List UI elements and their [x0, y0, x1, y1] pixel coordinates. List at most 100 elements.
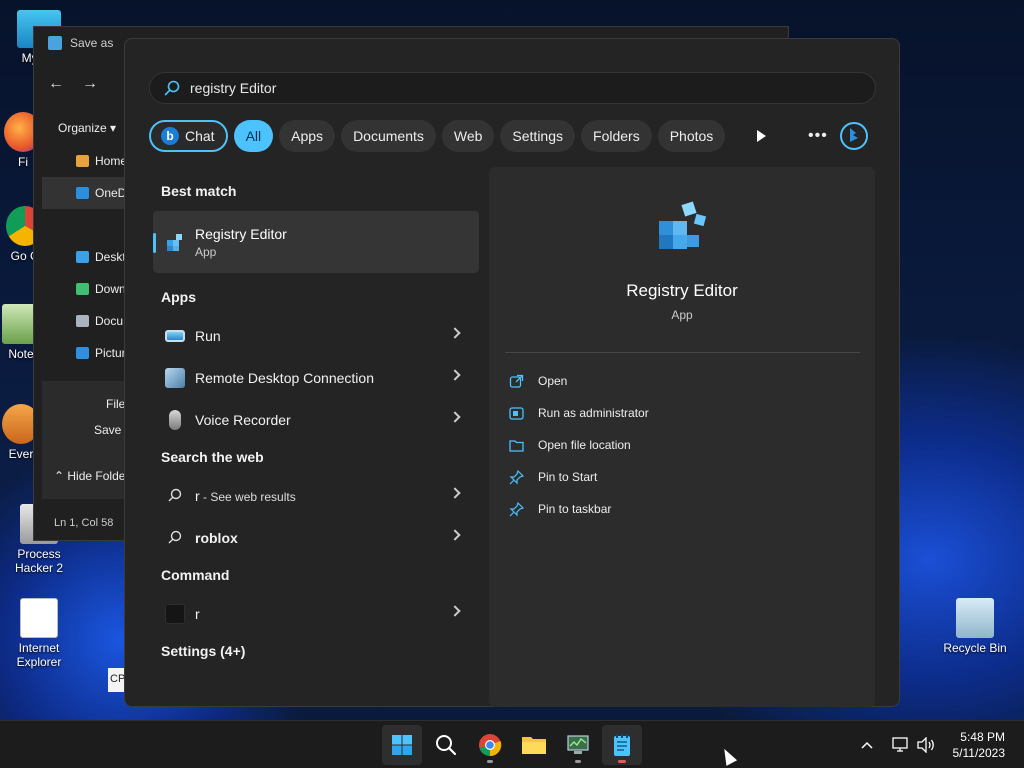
filter-label: Documents [353, 128, 424, 144]
search-box[interactable] [149, 72, 876, 104]
notepad-icon [614, 734, 630, 756]
chevron-right-icon[interactable] [449, 327, 461, 339]
back-arrow-icon[interactable]: ← [48, 75, 64, 93]
hide-folders-label: Hide Folde [67, 469, 126, 483]
show-hidden-icons-button[interactable] [860, 721, 874, 768]
filter-label: Folders [593, 128, 640, 144]
voice-recorder-icon [169, 410, 181, 430]
network-status-button[interactable] [892, 721, 910, 768]
app-result-run[interactable]: Run [153, 315, 479, 357]
action-pin-to-taskbar[interactable]: Pin to taskbar [509, 493, 649, 525]
home-icon [76, 155, 89, 167]
result-detail-pane: Registry Editor App Open Run as administ… [489, 167, 875, 707]
more-options-icon[interactable]: ••• [808, 120, 828, 152]
detail-divider [505, 352, 860, 353]
registry-editor-icon [167, 234, 182, 251]
app-result-label: Voice Recorder [195, 412, 291, 428]
filter-settings[interactable]: Settings [500, 120, 576, 152]
volume-icon [917, 737, 934, 753]
desktop-folder-icon [76, 251, 89, 263]
app-result-label: Run [195, 328, 221, 344]
app-result-remote-desktop[interactable]: Remote Desktop Connection [153, 357, 479, 399]
filter-documents[interactable]: Documents [341, 120, 436, 152]
organize-label: Organize [58, 121, 107, 135]
filter-photos[interactable]: Photos [657, 120, 726, 152]
filter-chat[interactable]: b Chat [149, 120, 228, 152]
sidebar-item-downloads[interactable]: Down [42, 273, 132, 305]
running-indicator [618, 760, 626, 763]
best-match-name: Registry Editor [195, 225, 287, 242]
network-icon [892, 737, 908, 752]
search-filter-bar: b Chat All Apps Documents Web Settings F… [149, 120, 726, 152]
remote-desktop-icon [165, 368, 185, 388]
organize-button[interactable]: Organize ▾ [58, 121, 116, 135]
pin-icon [509, 469, 524, 484]
folder-icon [509, 439, 524, 452]
more-filters-button[interactable] [755, 120, 767, 152]
chevron-right-icon[interactable] [449, 487, 461, 499]
taskbar-chrome-button[interactable] [470, 725, 510, 765]
sidebar-item-onedrive[interactable]: OneD [42, 177, 132, 209]
best-match-result[interactable]: Registry Editor App [153, 211, 479, 273]
chevron-right-icon[interactable] [449, 529, 461, 541]
action-open-file-location[interactable]: Open file location [509, 429, 649, 461]
filter-web[interactable]: Web [441, 120, 495, 152]
web-result-roblox[interactable]: roblox [153, 517, 479, 559]
taskbar-task-manager-button[interactable] [558, 725, 598, 765]
chevron-up-icon [861, 741, 873, 749]
running-indicator [487, 760, 493, 763]
taskbar-clock[interactable]: 5:48 PM 5/11/2023 [953, 729, 1006, 761]
filter-label: Settings [512, 128, 564, 144]
taskbar-file-explorer-button[interactable] [514, 725, 554, 765]
sidebar-item-documents[interactable]: Docu [42, 305, 132, 337]
pictures-icon [76, 347, 89, 359]
sidebar-item-desktop[interactable]: Deskt [42, 241, 132, 273]
sidebar-item-home[interactable]: Home [42, 145, 132, 177]
filter-folders[interactable]: Folders [581, 120, 652, 152]
filter-all[interactable]: All [233, 120, 274, 152]
sidebar-item-label: Deskt [95, 250, 126, 264]
taskbar-notepad-button[interactable] [602, 725, 642, 765]
action-pin-to-start[interactable]: Pin to Start [509, 461, 649, 493]
chevron-right-icon[interactable] [449, 605, 461, 617]
action-open[interactable]: Open [509, 365, 649, 397]
folder-icon [522, 737, 546, 754]
open-external-icon [509, 374, 524, 388]
search-input[interactable] [190, 80, 790, 96]
app-result-voice-recorder[interactable]: Voice Recorder [153, 399, 479, 441]
sidebar-item-label: OneD [95, 186, 127, 200]
taskbar: 5:48 PM 5/11/2023 [0, 720, 1024, 768]
desktop-icon-internet-explorer[interactable]: Internet Explorer [2, 598, 76, 669]
web-result-r[interactable]: r - See web results [153, 475, 479, 517]
documents-icon [76, 315, 89, 327]
bing-chat-button[interactable] [839, 120, 869, 152]
action-run-as-admin[interactable]: Run as administrator [509, 397, 649, 429]
chevron-right-icon[interactable] [449, 411, 461, 423]
search-icon [164, 80, 180, 96]
sidebar-item-pictures[interactable]: Pictur [42, 337, 132, 369]
pin-icon [509, 501, 524, 516]
settings-heading[interactable]: Settings (4+) [153, 639, 479, 663]
internet-explorer-icon [20, 598, 58, 638]
forward-arrow-icon[interactable]: → [82, 75, 98, 93]
run-icon [165, 330, 185, 342]
save-as-sidebar: Home OneD Deskt Down Docu Pictur [42, 145, 132, 369]
command-label: r [195, 606, 200, 622]
sidebar-item-label: Home [95, 154, 128, 168]
search-icon [168, 530, 182, 544]
bing-icon [840, 122, 868, 150]
notepad-icon [48, 36, 62, 50]
desktop-icon-recycle-bin[interactable]: Recycle Bin [938, 598, 1012, 655]
admin-shield-icon [509, 406, 524, 420]
hide-folders-button[interactable]: ⌃ Hide Folde [54, 469, 125, 483]
chrome-icon [479, 734, 502, 757]
volume-button[interactable] [916, 721, 936, 768]
taskbar-search-button[interactable] [426, 725, 466, 765]
command-result-r[interactable]: r [153, 593, 479, 635]
chevron-right-icon[interactable] [449, 369, 461, 381]
filter-apps[interactable]: Apps [279, 120, 336, 152]
monitor-icon [567, 735, 589, 754]
filter-label: Chat [185, 128, 215, 144]
web-query-suffix: - See web results [199, 490, 296, 504]
taskbar-start-button[interactable] [382, 725, 422, 765]
